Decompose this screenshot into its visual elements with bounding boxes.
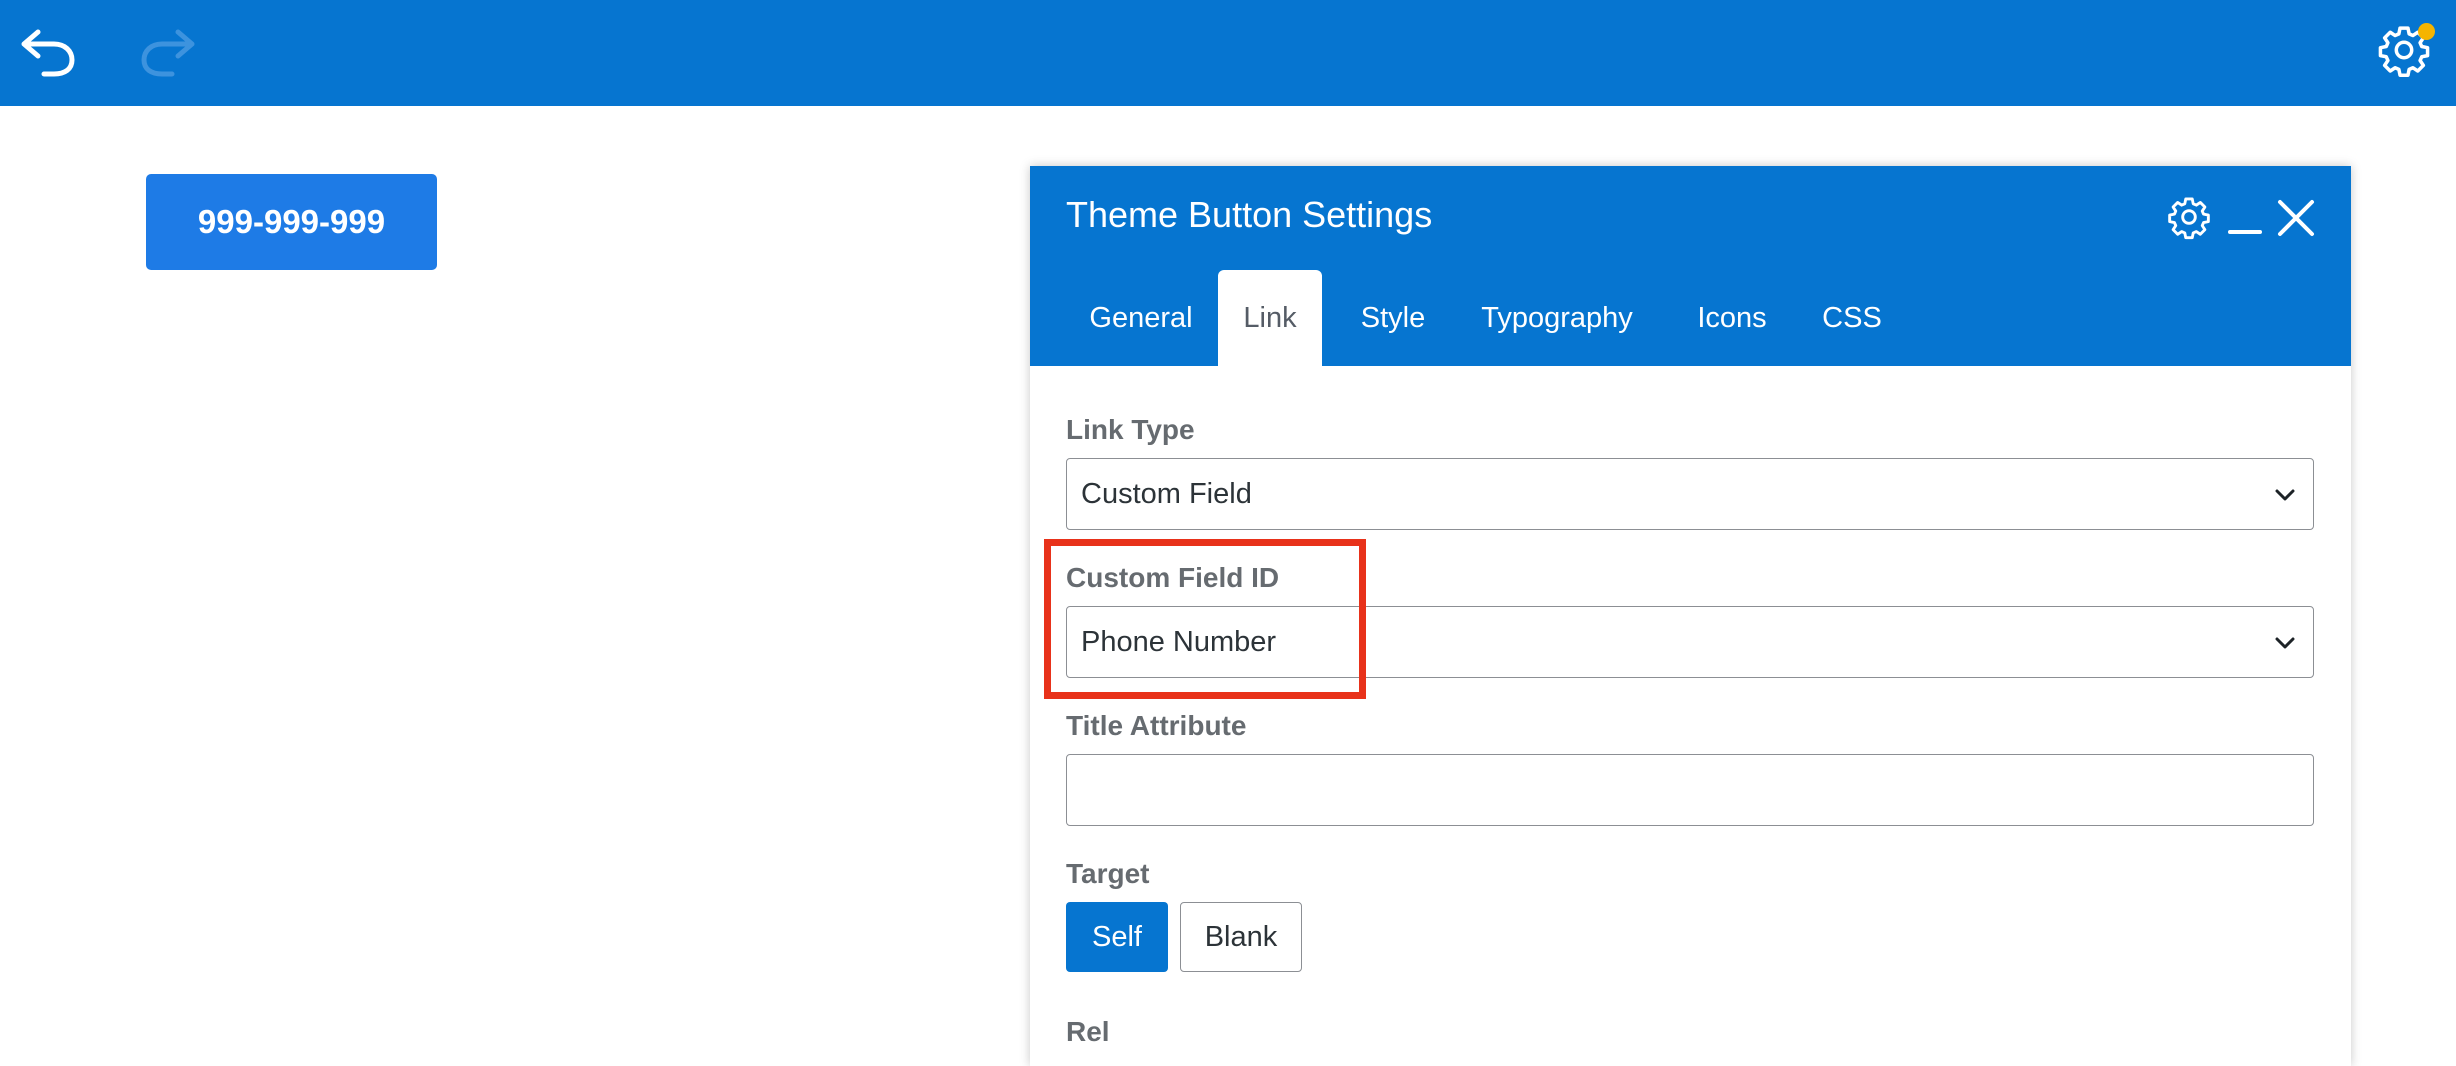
highlight-annotation-box [1044,539,1366,699]
undo-icon[interactable] [18,24,78,78]
minimize-icon[interactable] [2226,196,2264,238]
title-attribute-label: Title Attribute [1066,710,1247,741]
title-attribute-input[interactable] [1066,754,2314,826]
tab-style[interactable]: Style [1342,270,1444,366]
link-type-label: Link Type [1066,414,1195,445]
notification-dot [2418,23,2435,40]
link-type-value: Custom Field [1081,478,1252,510]
tab-link[interactable]: Link [1218,270,1322,366]
rel-label: Rel [1066,1016,1110,1047]
target-blank-button[interactable]: Blank [1180,902,1302,972]
tab-icons[interactable]: Icons [1670,270,1794,366]
link-type-select[interactable]: Custom Field [1066,458,2314,530]
top-toolbar [0,0,2456,106]
tab-typography[interactable]: Typography [1454,270,1660,366]
panel-gear-icon[interactable] [2166,194,2212,240]
panel-tabs: General Link Style Typography Icons CSS [1030,270,2351,366]
chevron-down-icon [2275,489,2295,501]
target-self-button[interactable]: Self [1066,902,1168,972]
tab-general[interactable]: General [1066,270,1216,366]
preview-phone-button[interactable]: 999-999-999 [146,174,437,270]
tab-css[interactable]: CSS [1804,270,1900,366]
chevron-down-icon [2275,637,2295,649]
target-label: Target [1066,858,1150,889]
panel-title: Theme Button Settings [1066,194,1433,235]
redo-icon[interactable] [138,24,198,78]
close-icon[interactable] [2276,198,2316,238]
panel-header: Theme Button Settings General Link Style… [1030,166,2351,366]
